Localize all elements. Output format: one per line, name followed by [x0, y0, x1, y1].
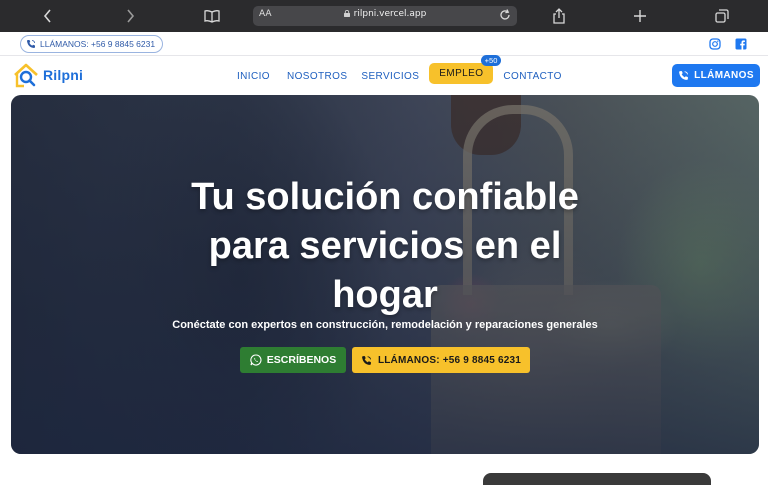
phone-icon	[27, 40, 35, 48]
whatsapp-button[interactable]: ESCRÍBENOS	[240, 347, 346, 373]
browser-toolbar: AA rilpni.vercel.app	[0, 0, 768, 32]
whatsapp-button-label: ESCRÍBENOS	[266, 354, 337, 366]
nav-servicios[interactable]: SERVICIOS	[361, 71, 419, 82]
site-logo[interactable]: Rilpni	[12, 61, 83, 89]
nav-call-button[interactable]: LLÁMANOS	[672, 64, 760, 87]
back-icon[interactable]	[38, 6, 58, 26]
hero-title-line: Tu solución confiable	[191, 176, 579, 218]
whatsapp-icon	[250, 354, 262, 366]
facebook-icon[interactable]	[735, 38, 747, 50]
nav-nosotros[interactable]: NOSOTROS	[287, 71, 347, 82]
nav-call-label: LLÁMANOS	[694, 70, 754, 81]
new-tab-icon[interactable]	[630, 6, 650, 26]
tabs-overview-icon[interactable]	[712, 6, 732, 26]
url-text-wrap: rilpni.vercel.app	[253, 9, 517, 19]
phone-icon	[679, 71, 688, 80]
logo-text: Rilpni	[43, 67, 84, 83]
hero-subtitle: Conéctate con expertos en construcción, …	[172, 319, 598, 331]
nav-empleo[interactable]: EMPLEO +50	[429, 55, 502, 84]
address-bar[interactable]: AA rilpni.vercel.app	[253, 6, 517, 26]
hero-section: Tu solución confiable para servicios en …	[11, 95, 759, 454]
hero-title-line: hogar	[332, 274, 438, 316]
instagram-icon[interactable]	[709, 38, 721, 50]
topbar-call-label: LLÁMANOS: +56 9 8845 6231	[40, 39, 156, 49]
share-icon[interactable]	[549, 6, 569, 26]
nav-contacto[interactable]: CONTACTO	[503, 71, 561, 82]
main-navbar: Rilpni INICIO NOSOTROS SERVICIOS EMPLEO …	[0, 55, 768, 95]
empleo-count-badge: +50	[480, 55, 502, 66]
hero-title: Tu solución confiable para servicios en …	[11, 173, 759, 320]
bookmarks-icon[interactable]	[202, 6, 222, 26]
lock-icon	[343, 10, 350, 17]
forward-icon[interactable]	[120, 6, 140, 26]
phone-icon	[362, 355, 371, 365]
hero-title-line: para servicios en el	[208, 225, 562, 267]
topbar-call-link[interactable]: LLÁMANOS: +56 9 8845 6231	[20, 35, 164, 53]
next-section-image-peek	[483, 473, 711, 485]
nav-links: INICIO NOSOTROS SERVICIOS EMPLEO +50 CON…	[237, 55, 562, 84]
hero-actions: ESCRÍBENOS LLÁMANOS: +56 9 8845 6231	[240, 347, 530, 373]
nav-inicio[interactable]: INICIO	[237, 71, 270, 82]
reload-icon[interactable]	[498, 8, 512, 22]
hero-call-button[interactable]: LLÁMANOS: +56 9 8845 6231	[352, 347, 530, 373]
hero-call-label: LLÁMANOS: +56 9 8845 6231	[377, 354, 522, 366]
url-text: rilpni.vercel.app	[353, 9, 427, 19]
nav-empleo-label: EMPLEO	[439, 68, 484, 79]
contact-topbar: LLÁMANOS: +56 9 8845 6231	[0, 32, 768, 56]
logo-icon	[14, 63, 38, 88]
